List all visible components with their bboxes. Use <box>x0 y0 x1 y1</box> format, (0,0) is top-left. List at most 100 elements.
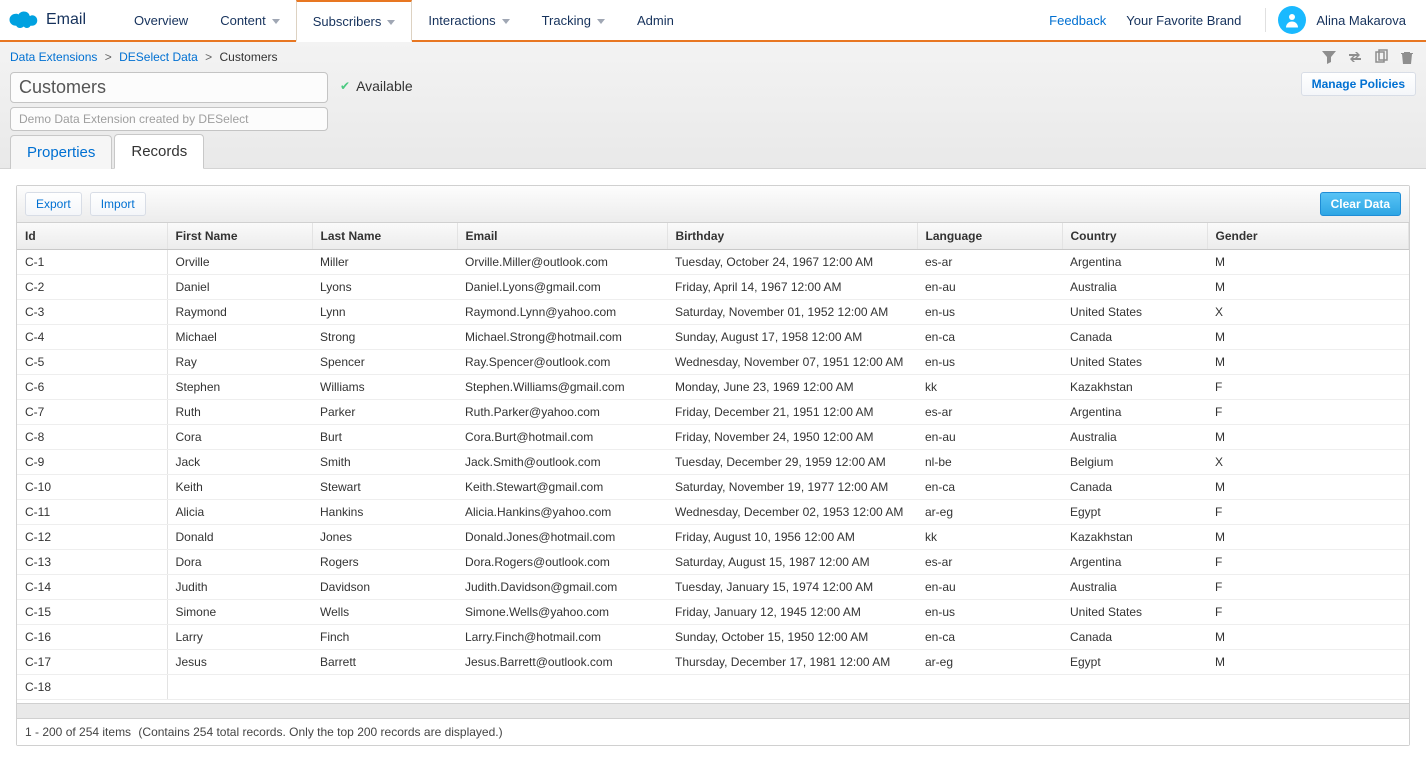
trash-icon[interactable] <box>1398 48 1416 66</box>
table-row[interactable]: C-15SimoneWellsSimone.Wells@yahoo.comFri… <box>17 600 1409 625</box>
cell-country: Canada <box>1062 625 1207 650</box>
records-table: Id First Name Last Name Email Birthday L… <box>17 223 1409 700</box>
clear-data-button[interactable]: Clear Data <box>1320 192 1401 216</box>
cell-gender: F <box>1207 575 1409 600</box>
subheader: Data Extensions > DESelect Data > Custom… <box>0 42 1426 169</box>
table-row[interactable]: C-12DonaldJonesDonald.Jones@hotmail.comF… <box>17 525 1409 550</box>
nav-tab-interactions[interactable]: Interactions <box>412 0 525 40</box>
cell-id: C-6 <box>17 375 167 400</box>
breadcrumb-link[interactable]: Data Extensions <box>10 50 97 64</box>
table-row[interactable]: C-17JesusBarrettJesus.Barrett@outlook.co… <box>17 650 1409 675</box>
cell-email: Cora.Burt@hotmail.com <box>457 425 667 450</box>
cell-id: C-15 <box>17 600 167 625</box>
nav-tab-admin[interactable]: Admin <box>621 0 690 40</box>
description-field[interactable] <box>10 107 328 131</box>
cell-country: Australia <box>1062 275 1207 300</box>
cell-birthday: Saturday, November 01, 1952 12:00 AM <box>667 300 917 325</box>
user-avatar[interactable] <box>1278 6 1306 34</box>
cell-gender: F <box>1207 550 1409 575</box>
col-country[interactable]: Country <box>1062 223 1207 250</box>
cell-language: ar-eg <box>917 650 1062 675</box>
cell-id: C-3 <box>17 300 167 325</box>
brand-switcher[interactable]: Your Favorite Brand <box>1120 13 1253 28</box>
cell-birthday: Saturday, November 19, 1977 12:00 AM <box>667 475 917 500</box>
col-gender[interactable]: Gender <box>1207 223 1409 250</box>
horizontal-scrollbar[interactable] <box>17 703 1409 718</box>
cell-language: kk <box>917 375 1062 400</box>
cell-gender: M <box>1207 350 1409 375</box>
title-field[interactable] <box>10 72 328 103</box>
cell-email: Orville.Miller@outlook.com <box>457 250 667 275</box>
cell-language: en-ca <box>917 325 1062 350</box>
nav-tab-content[interactable]: Content <box>204 0 296 40</box>
table-row[interactable]: C-10KeithStewartKeith.Stewart@gmail.comS… <box>17 475 1409 500</box>
feedback-link[interactable]: Feedback <box>1039 13 1116 28</box>
col-id[interactable]: Id <box>17 223 167 250</box>
table-row[interactable]: C-13DoraRogersDora.Rogers@outlook.comSat… <box>17 550 1409 575</box>
import-button[interactable]: Import <box>90 192 146 216</box>
records-toolbar: Export Import Clear Data <box>17 186 1409 223</box>
col-first-name[interactable]: First Name <box>167 223 312 250</box>
table-row[interactable]: C-16LarryFinchLarry.Finch@hotmail.comSun… <box>17 625 1409 650</box>
cell-email: Stephen.Williams@gmail.com <box>457 375 667 400</box>
cell-gender: F <box>1207 500 1409 525</box>
breadcrumb-link[interactable]: DESelect Data <box>119 50 198 64</box>
table-header-row: Id First Name Last Name Email Birthday L… <box>17 223 1409 250</box>
copy-icon[interactable] <box>1372 48 1390 66</box>
cell-language: en-ca <box>917 625 1062 650</box>
table-row[interactable]: C-9JackSmithJack.Smith@outlook.comTuesda… <box>17 450 1409 475</box>
nav-tab-subscribers[interactable]: Subscribers <box>296 0 413 42</box>
table-row[interactable]: C-6StephenWilliamsStephen.Williams@gmail… <box>17 375 1409 400</box>
username[interactable]: Alina Makarova <box>1310 13 1406 28</box>
cell-birthday: Sunday, August 17, 1958 12:00 AM <box>667 325 917 350</box>
table-row[interactable]: C-4MichaelStrongMichael.Strong@hotmail.c… <box>17 325 1409 350</box>
table-row[interactable]: C-11AliciaHankinsAlicia.Hankins@yahoo.co… <box>17 500 1409 525</box>
records-table-scroll[interactable]: Id First Name Last Name Email Birthday L… <box>17 223 1409 703</box>
col-last-name[interactable]: Last Name <box>312 223 457 250</box>
tab-records[interactable]: Records <box>114 134 204 169</box>
breadcrumb-current: Customers <box>220 50 278 64</box>
content-tabs: Properties Records <box>10 133 1416 168</box>
cell-id: C-17 <box>17 650 167 675</box>
cell-birthday: Friday, April 14, 1967 12:00 AM <box>667 275 917 300</box>
cell-gender: F <box>1207 400 1409 425</box>
table-row[interactable]: C-3RaymondLynnRaymond.Lynn@yahoo.comSatu… <box>17 300 1409 325</box>
nav-tab-overview[interactable]: Overview <box>118 0 204 40</box>
col-language[interactable]: Language <box>917 223 1062 250</box>
table-row[interactable]: C-7RuthParkerRuth.Parker@yahoo.comFriday… <box>17 400 1409 425</box>
cell-last-name: Strong <box>312 325 457 350</box>
table-row[interactable]: C-18 <box>17 675 1409 700</box>
transfer-icon[interactable] <box>1346 48 1364 66</box>
export-button[interactable]: Export <box>25 192 82 216</box>
table-row[interactable]: C-2DanielLyonsDaniel.Lyons@gmail.comFrid… <box>17 275 1409 300</box>
col-email[interactable]: Email <box>457 223 667 250</box>
cell-last-name: Finch <box>312 625 457 650</box>
cell-id: C-5 <box>17 350 167 375</box>
cell-language: kk <box>917 525 1062 550</box>
cell-last-name: Parker <box>312 400 457 425</box>
cell-last-name: Smith <box>312 450 457 475</box>
cell-country: Canada <box>1062 325 1207 350</box>
cell-gender <box>1207 675 1409 700</box>
table-row[interactable]: C-8CoraBurtCora.Burt@hotmail.comFriday, … <box>17 425 1409 450</box>
cell-last-name: Stewart <box>312 475 457 500</box>
filter-icon[interactable] <box>1320 48 1338 66</box>
cell-birthday: Tuesday, October 24, 1967 12:00 AM <box>667 250 917 275</box>
cell-birthday: Tuesday, January 15, 1974 12:00 AM <box>667 575 917 600</box>
cell-id: C-12 <box>17 525 167 550</box>
table-row[interactable]: C-14JudithDavidsonJudith.Davidson@gmail.… <box>17 575 1409 600</box>
app-name: Email <box>46 11 86 29</box>
nav-tab-tracking[interactable]: Tracking <box>526 0 621 40</box>
check-icon: ✔ <box>340 79 350 93</box>
cell-last-name: Miller <box>312 250 457 275</box>
manage-policies-button[interactable]: Manage Policies <box>1301 72 1416 96</box>
cell-country: Canada <box>1062 475 1207 500</box>
col-birthday[interactable]: Birthday <box>667 223 917 250</box>
cell-last-name: Wells <box>312 600 457 625</box>
cell-first-name: Raymond <box>167 300 312 325</box>
chevron-down-icon <box>502 19 510 24</box>
tab-properties[interactable]: Properties <box>10 135 112 169</box>
table-row[interactable]: C-1OrvilleMillerOrville.Miller@outlook.c… <box>17 250 1409 275</box>
cell-last-name: Barrett <box>312 650 457 675</box>
table-row[interactable]: C-5RaySpencerRay.Spencer@outlook.comWedn… <box>17 350 1409 375</box>
